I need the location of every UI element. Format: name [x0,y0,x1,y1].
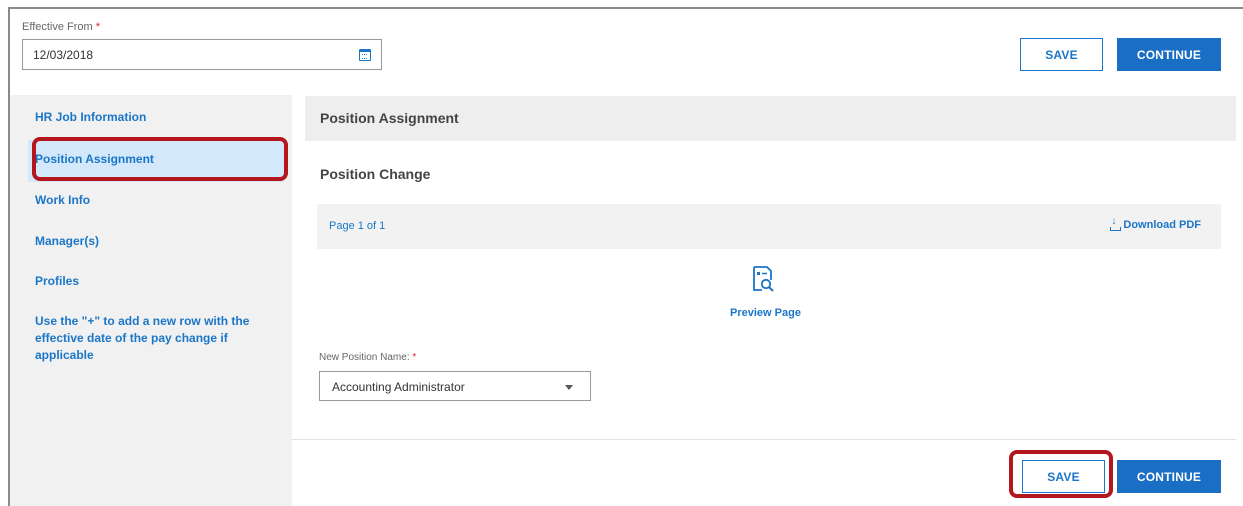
sidebar-help-note: Use the "+" to add a new row with the ef… [35,314,250,362]
preview-page-icon[interactable] [752,266,774,292]
effective-from-label-text: Effective From [22,21,93,33]
new-position-label: New Position Name: * [319,352,416,363]
bottom-continue-button[interactable]: CONTINUE [1117,460,1221,493]
sidebar-item-hr-job-information[interactable]: HR Job Information [35,110,146,124]
footer-divider [292,439,1236,440]
calendar-icon[interactable] [359,49,371,61]
section-title: Position Assignment [320,110,459,126]
preview-page-link[interactable]: Preview Page [730,307,801,319]
top-save-button[interactable]: SAVE [1020,38,1103,71]
sidebar-item-profiles[interactable]: Profiles [35,274,79,288]
download-icon [1110,216,1122,231]
chevron-down-icon [565,385,573,390]
top-continue-button[interactable]: CONTINUE [1117,38,1221,71]
required-mark: * [95,21,101,33]
highlight-ring-position-assignment [32,137,288,181]
document-toolbar: Page 1 of 1 Download PDF [317,204,1221,249]
download-pdf-link[interactable]: Download PDF [1110,216,1201,231]
section-header: Position Assignment [305,96,1236,141]
effective-from-value: 12/03/2018 [33,48,94,62]
new-position-value: Accounting Administrator [332,380,465,394]
page-indicator: Page 1 of 1 [329,220,386,232]
highlight-ring-save [1009,450,1113,498]
sidebar-item-work-info[interactable]: Work Info [35,193,90,207]
effective-from-date-input[interactable]: 12/03/2018 [22,39,382,70]
download-pdf-label: Download PDF [1123,219,1201,231]
sidebar-item-managers[interactable]: Manager(s) [35,234,99,248]
subsection-title: Position Change [320,166,431,182]
effective-from-label: Effective From * [22,21,100,33]
new-position-label-text: New Position Name: [319,352,410,363]
new-position-select[interactable]: Accounting Administrator [319,371,591,401]
required-mark: * [412,352,417,363]
